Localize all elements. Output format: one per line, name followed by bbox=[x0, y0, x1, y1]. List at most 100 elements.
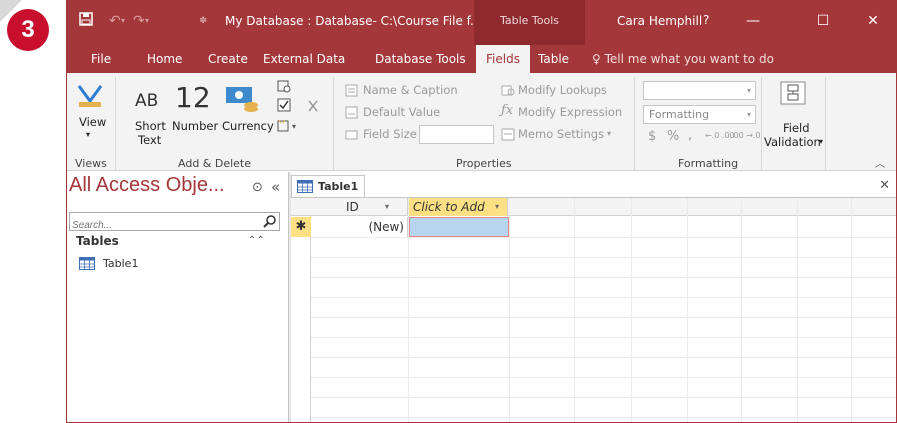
tab-table[interactable]: Table bbox=[538, 45, 569, 73]
undo-dropdown-icon[interactable]: ▾ bbox=[121, 12, 125, 30]
datasheet-view-icon[interactable] bbox=[77, 83, 103, 112]
maximize-button[interactable]: ☐ bbox=[808, 9, 838, 33]
group-separator bbox=[333, 77, 334, 171]
grid-row-line bbox=[311, 277, 896, 278]
chevron-down-icon: ▾ bbox=[746, 110, 751, 119]
collapse-group-icon[interactable]: ⌃⌃ bbox=[248, 235, 265, 246]
memo-settings-button[interactable]: Memo Settings bbox=[518, 127, 604, 141]
decrease-decimals-button[interactable]: .00 →.0 bbox=[731, 131, 761, 140]
new-record-marker-icon[interactable]: ✱ bbox=[291, 217, 311, 237]
minimize-button[interactable]: — bbox=[738, 9, 768, 33]
grid-column-line bbox=[631, 198, 632, 422]
group-separator bbox=[761, 77, 762, 171]
tab-create[interactable]: Create bbox=[208, 45, 248, 73]
ribbon-tab-bar: File Home Create External Data Database … bbox=[67, 45, 896, 73]
chevron-down-icon[interactable]: ▾ bbox=[385, 198, 389, 216]
field-validation-icon[interactable] bbox=[780, 81, 806, 108]
tab-file[interactable]: File bbox=[91, 45, 111, 73]
shutter-bar-close-icon[interactable]: « bbox=[271, 178, 280, 196]
redo-icon[interactable]: ↷ bbox=[133, 12, 145, 30]
modify-expression-button[interactable]: Modify Expression bbox=[518, 105, 622, 119]
signed-in-user[interactable]: Cara Hemphill bbox=[617, 14, 702, 28]
grid-column-line bbox=[408, 198, 409, 422]
chevron-down-icon[interactable]: ▾ bbox=[495, 198, 499, 216]
new-record-id-cell[interactable]: (New) bbox=[311, 217, 408, 237]
tab-external-data[interactable]: External Data bbox=[263, 45, 345, 73]
format-dropdown[interactable]: Formatting ▾ bbox=[643, 105, 756, 124]
redo-dropdown-icon[interactable]: ▾ bbox=[145, 12, 149, 30]
grid-row-line bbox=[311, 257, 896, 258]
memo-dropdown-icon[interactable]: ▾ bbox=[607, 129, 611, 138]
view-dropdown-icon[interactable]: ▾ bbox=[86, 130, 90, 139]
nav-search-input[interactable] bbox=[70, 217, 250, 234]
grid-row-line bbox=[311, 357, 896, 358]
undo-icon[interactable]: ↶ bbox=[109, 12, 121, 30]
currency-button[interactable]: Currency bbox=[222, 119, 274, 133]
grid-column-line bbox=[509, 198, 510, 422]
tab-fields[interactable]: Fields bbox=[476, 45, 530, 73]
properties-group-label: Properties bbox=[456, 157, 512, 170]
name-caption-button[interactable]: Name & Caption bbox=[363, 83, 458, 97]
field-validation-button-line2[interactable]: Validation bbox=[764, 135, 821, 149]
tell-me-box[interactable]: ♀ Tell me what you want to do bbox=[592, 45, 774, 73]
modify-lookups-button[interactable]: Modify Lookups bbox=[518, 83, 607, 97]
document-tab-label: Table1 bbox=[318, 180, 359, 193]
number-button[interactable]: Number bbox=[172, 119, 218, 133]
comma-format-button[interactable]: , bbox=[688, 128, 692, 143]
view-button-label[interactable]: View bbox=[79, 115, 106, 129]
help-button[interactable]: ? bbox=[703, 13, 709, 27]
field-validation-button[interactable]: Field bbox=[783, 121, 810, 135]
document-tab-table1[interactable]: Table1 bbox=[291, 175, 365, 197]
nav-pane-title[interactable]: All Access Obje... bbox=[69, 174, 225, 197]
grid-row-line bbox=[311, 417, 896, 418]
lightbulb-icon: ♀ bbox=[592, 52, 605, 66]
column-header-click-to-add[interactable]: Click to Add ▾ bbox=[408, 198, 508, 216]
select-all-corner[interactable] bbox=[291, 198, 311, 216]
search-icon[interactable] bbox=[263, 214, 277, 228]
datasheet-grid[interactable]: ID ▾ Click to Add ▾ ✱ (New) bbox=[291, 198, 896, 422]
group-separator bbox=[634, 77, 635, 171]
column-header-id[interactable]: ID ▾ bbox=[311, 198, 408, 216]
tab-database-tools[interactable]: Database Tools bbox=[375, 45, 466, 73]
nav-menu-dropdown-icon[interactable]: ⊙ bbox=[252, 180, 263, 195]
data-type-dropdown[interactable]: ▾ bbox=[643, 81, 756, 100]
field-size-input[interactable] bbox=[419, 125, 494, 144]
table-icon bbox=[297, 180, 313, 193]
tell-me-label: Tell me what you want to do bbox=[604, 52, 774, 66]
window-title: My Database : Database- C:\Course File f… bbox=[225, 14, 482, 28]
currency-format-button[interactable]: $ bbox=[648, 129, 656, 144]
more-fields-icon[interactable]: ▾ bbox=[277, 119, 301, 136]
navigation-pane: All Access Obje... ⊙ « Tables ⌃⌃ Table1 bbox=[67, 172, 289, 422]
grid-row-line bbox=[311, 317, 896, 318]
delete-field-icon[interactable] bbox=[307, 99, 319, 116]
close-document-icon[interactable]: ✕ bbox=[879, 178, 890, 193]
short-text-button[interactable]: Short bbox=[135, 119, 166, 133]
table-tools-label: Table Tools bbox=[499, 14, 560, 27]
document-area: Table1 ✕ ID ▾ Click to Add ▾ ✱ (New) bbox=[291, 172, 896, 422]
nav-search-box[interactable] bbox=[69, 212, 280, 234]
percent-format-button[interactable]: % bbox=[667, 129, 679, 144]
default-value-button[interactable]: Default Value bbox=[363, 105, 440, 119]
close-button[interactable]: ✕ bbox=[858, 9, 888, 33]
tab-home[interactable]: Home bbox=[147, 45, 182, 73]
nav-item-table1[interactable]: Table1 bbox=[79, 254, 138, 272]
memo-settings-icon bbox=[501, 128, 515, 144]
validation-dropdown-icon[interactable]: ▾ bbox=[819, 137, 823, 146]
step-number-badge: 3 bbox=[7, 9, 49, 51]
nav-pane-header[interactable]: All Access Obje... ⊙ « bbox=[69, 172, 287, 202]
new-record-add-cell[interactable] bbox=[409, 217, 509, 237]
chevron-down-icon: ▾ bbox=[746, 86, 751, 95]
nav-group-tables[interactable]: Tables bbox=[76, 234, 119, 248]
default-value-icon bbox=[345, 106, 358, 122]
short-text-button-line2[interactable]: Text bbox=[138, 133, 161, 147]
yes-no-checkbox-icon[interactable] bbox=[277, 98, 291, 115]
modify-lookups-icon bbox=[501, 84, 515, 100]
column-header-label: Click to Add bbox=[413, 200, 485, 214]
collapse-ribbon-icon[interactable]: ︿ bbox=[875, 155, 885, 170]
grid-column-line bbox=[574, 198, 575, 422]
function-fx-icon: ƒx bbox=[501, 103, 514, 118]
customize-qat-icon[interactable]: ≑ bbox=[199, 12, 207, 30]
save-icon[interactable] bbox=[79, 12, 93, 31]
add-delete-group-label: Add & Delete bbox=[178, 157, 252, 170]
date-time-icon[interactable] bbox=[277, 79, 291, 96]
